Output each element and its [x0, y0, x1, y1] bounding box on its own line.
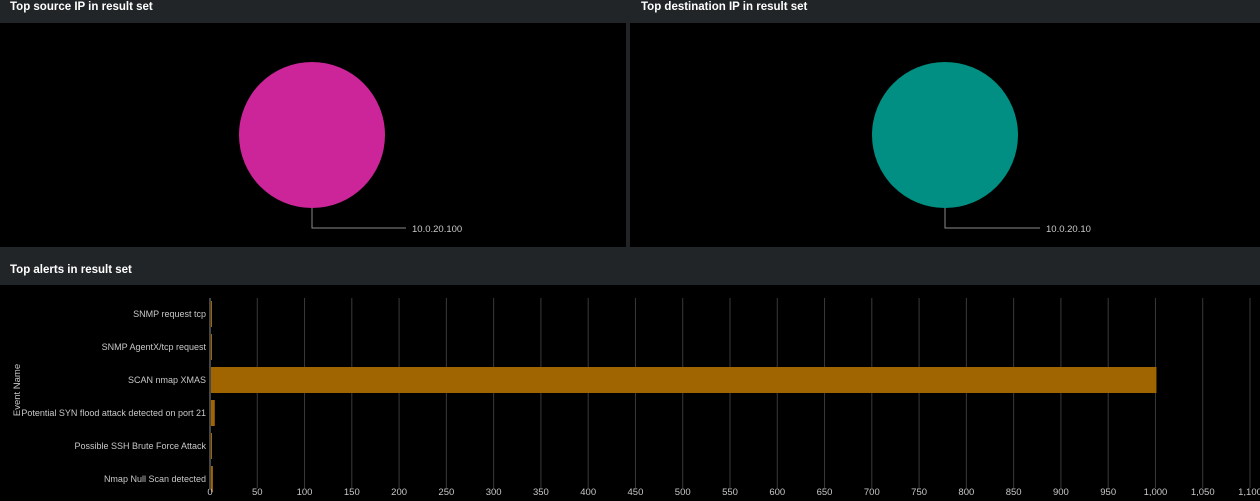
x-tick-label: 800: [958, 487, 974, 496]
category-label: Potential SYN flood attack detected on p…: [21, 408, 206, 418]
alert-bar[interactable]: [211, 367, 1157, 393]
source-panel-header: Top source IP in result set: [0, 0, 626, 23]
x-tick-label: 450: [628, 487, 644, 496]
source-panel-title: Top source IP in result set: [10, 1, 153, 13]
source-leader-line: [311, 208, 406, 229]
bar-rows: SNMP request tcp SNMP AgentX/tcp request S…: [21, 301, 1157, 492]
alerts-panel-header: Top alerts in result set: [0, 247, 1260, 285]
alerts-panel-body: SNMP request tcp SNMP AgentX/tcp request S…: [0, 285, 1260, 498]
alert-bar[interactable]: [211, 334, 212, 360]
x-tick-label: 400: [580, 487, 596, 496]
category-label: Nmap Null Scan detected: [104, 474, 206, 484]
alert-bar[interactable]: [211, 301, 212, 327]
x-tick-label: 900: [1053, 487, 1069, 496]
x-tick-label: 850: [1006, 487, 1022, 496]
bar-xticks: 0 50 100 150 200 250 300 350 400 450 500 550 600 650 7…: [207, 487, 1260, 498]
x-tick-label: 650: [817, 487, 833, 496]
x-tick-label: 100: [297, 487, 313, 496]
x-tick-label: 300: [486, 487, 502, 496]
x-tick-label: 750: [911, 487, 927, 496]
destination-slice-label: 10.0.20.10: [1046, 224, 1091, 235]
category-label: SNMP request tcp: [133, 309, 206, 319]
alert-bar[interactable]: [211, 433, 212, 459]
x-tick-label: 600: [769, 487, 785, 496]
destination-leader-line: [944, 208, 1040, 229]
alert-bar[interactable]: [211, 400, 215, 426]
x-tick-label: 1,100: [1238, 487, 1260, 496]
destination-pie-chart: 10.0.20.10: [872, 62, 1091, 235]
x-tick-label: 150: [344, 487, 360, 496]
x-tick-label: 350: [533, 487, 549, 496]
alerts-bar-chart: SNMP request tcp SNMP AgentX/tcp request S…: [12, 298, 1260, 498]
x-tick-label: 1,000: [1144, 487, 1168, 496]
category-label: Possible SSH Brute Force Attack: [74, 441, 206, 451]
destination-panel-header: Top destination IP in result set: [630, 0, 1260, 23]
category-label: SNMP AgentX/tcp request: [102, 342, 207, 352]
y-axis-title: Event Name: [12, 364, 23, 416]
destination-pie-slice[interactable]: [872, 62, 1018, 208]
x-tick-label: 500: [675, 487, 691, 496]
x-tick-label: 250: [438, 487, 454, 496]
alerts-panel-title: Top alerts in result set: [10, 264, 132, 276]
x-tick-label: 950: [1100, 487, 1116, 496]
destination-panel-body: 10.0.20.10: [630, 23, 1260, 247]
source-panel-body: 10.0.20.100: [0, 23, 626, 247]
x-tick-label: 0: [207, 487, 212, 496]
source-slice-label: 10.0.20.100: [412, 224, 462, 235]
destination-panel-title: Top destination IP in result set: [641, 1, 808, 13]
source-pie-slice[interactable]: [239, 62, 385, 208]
source-pie-chart: 10.0.20.100: [239, 62, 462, 235]
category-label: SCAN nmap XMAS: [128, 375, 206, 385]
x-tick-label: 550: [722, 487, 738, 496]
x-tick-label: 200: [391, 487, 407, 496]
x-tick-label: 1,050: [1191, 487, 1215, 496]
x-tick-label: 700: [864, 487, 880, 496]
x-tick-label: 50: [252, 487, 263, 496]
